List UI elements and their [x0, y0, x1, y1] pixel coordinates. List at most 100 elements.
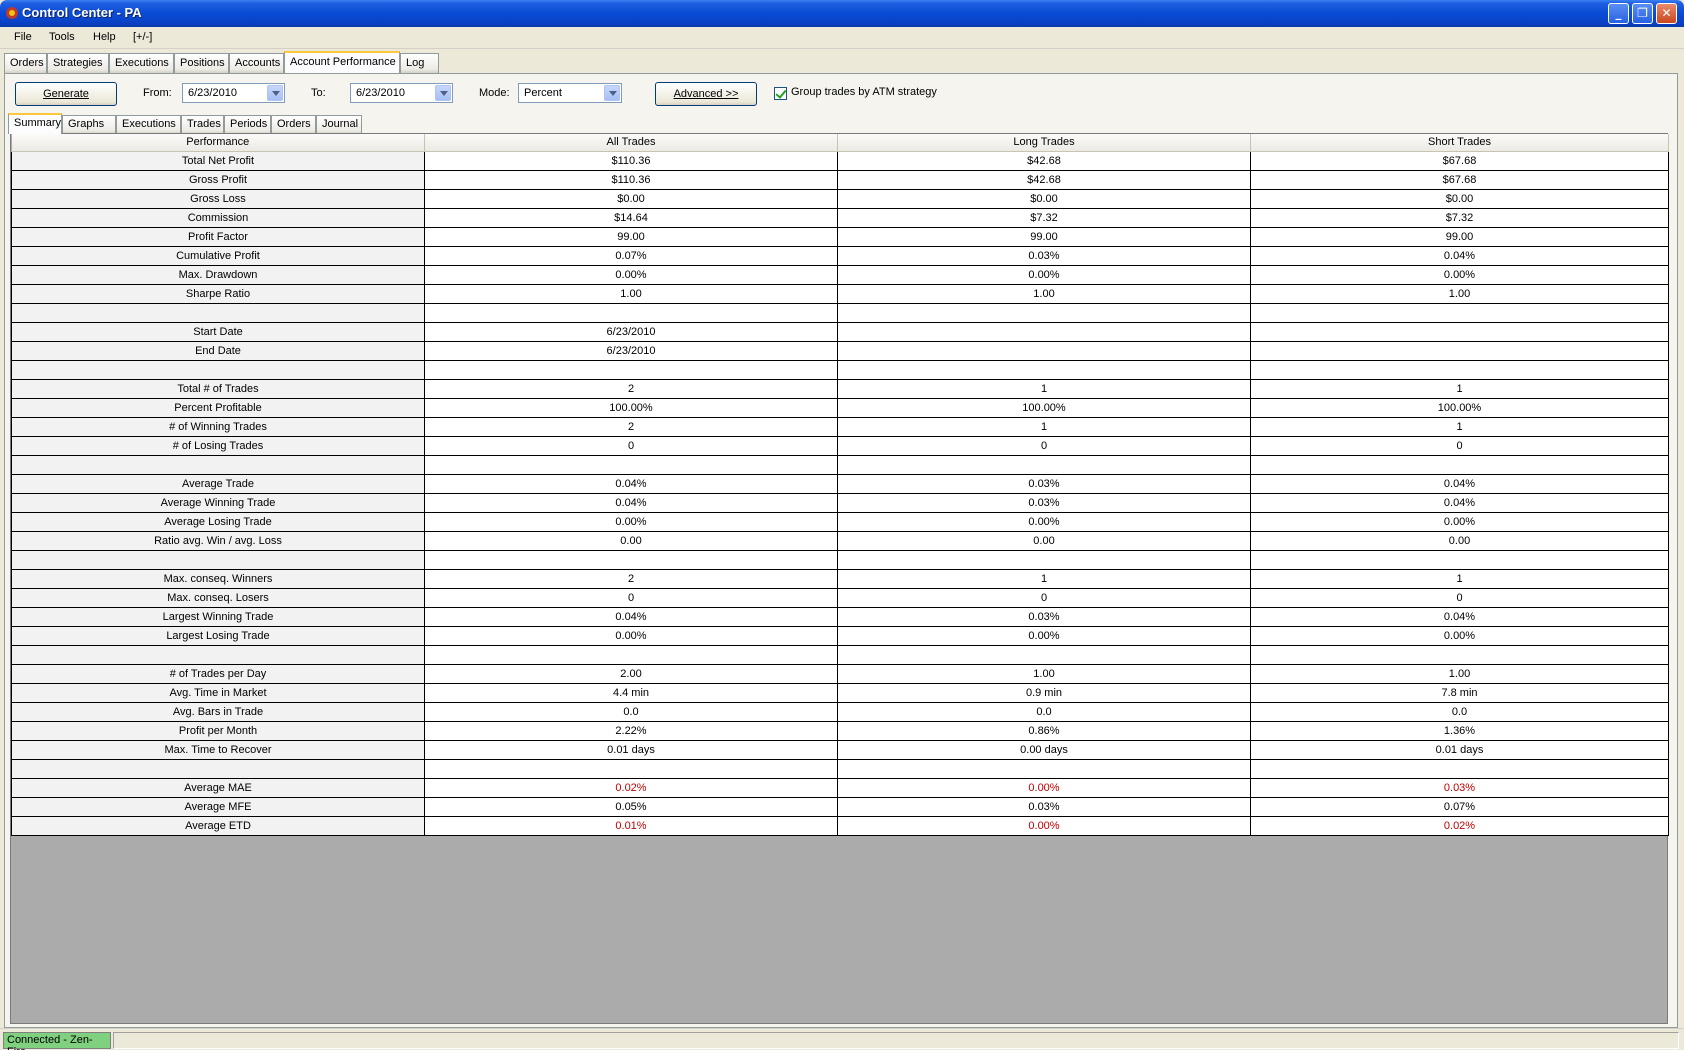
long-trades-cell: 1.00	[837, 663, 1251, 684]
long-trades-cell: 0.00%	[837, 815, 1251, 836]
maximize-button[interactable]: ❐	[1632, 3, 1653, 24]
table-row[interactable]: Gross Profit $110.36 $42.68 $67.68	[11, 169, 1669, 190]
table-row[interactable]: Profit per Month 2.22% 0.86% 1.36%	[11, 720, 1669, 741]
menu-help[interactable]: Help	[93, 31, 116, 43]
all-trades-cell: 0.01 days	[424, 739, 838, 760]
table-row[interactable]	[11, 454, 1669, 475]
chevron-down-icon[interactable]	[604, 85, 620, 101]
table-row[interactable]: Cumulative Profit 0.07% 0.03% 0.04%	[11, 245, 1669, 266]
table-row[interactable]: Ratio avg. Win / avg. Loss 0.00 0.00 0.00	[11, 530, 1669, 551]
tab-sub-executions[interactable]: Executions	[116, 115, 181, 134]
short-trades-cell: 1.00	[1250, 283, 1669, 304]
column-header-all-trades[interactable]: All Trades	[424, 134, 838, 152]
chevron-down-icon[interactable]	[267, 85, 283, 101]
tab-strategies[interactable]: Strategies	[47, 53, 109, 73]
group-trades-checkbox[interactable]	[774, 87, 787, 100]
table-row[interactable]: Percent Profitable 100.00% 100.00% 100.00%	[11, 397, 1669, 418]
from-date-picker[interactable]: 6/23/2010	[182, 83, 285, 103]
group-trades-label: Group trades by ATM strategy	[791, 86, 937, 98]
short-trades-cell: 1	[1250, 378, 1669, 399]
table-row[interactable]: Avg. Bars in Trade 0.0 0.0 0.0	[11, 701, 1669, 722]
table-row[interactable]: # of Trades per Day 2.00 1.00 1.00	[11, 663, 1669, 684]
table-row[interactable]: Total Net Profit $110.36 $42.68 $67.68	[11, 150, 1669, 171]
tab-orders[interactable]: Orders	[4, 53, 47, 73]
tab-accounts[interactable]: Accounts	[229, 53, 284, 73]
table-row[interactable]: Sharpe Ratio 1.00 1.00 1.00	[11, 283, 1669, 304]
table-row[interactable]: Max. Drawdown 0.00% 0.00% 0.00%	[11, 264, 1669, 285]
table-row[interactable]: Max. conseq. Winners 2 1 1	[11, 568, 1669, 589]
table-row[interactable]: Total # of Trades 2 1 1	[11, 378, 1669, 399]
row-label-cell: Start Date	[11, 321, 425, 342]
menu-file[interactable]: File	[14, 31, 32, 43]
row-label-cell: Avg. Bars in Trade	[11, 701, 425, 722]
column-header-short-trades[interactable]: Short Trades	[1250, 134, 1669, 152]
table-row[interactable]: Commission $14.64 $7.32 $7.32	[11, 207, 1669, 228]
table-row[interactable]: Average Winning Trade 0.04% 0.03% 0.04%	[11, 492, 1669, 513]
tab-journal[interactable]: Journal	[316, 115, 362, 134]
short-trades-cell	[1250, 321, 1669, 342]
table-row[interactable]: Max. Time to Recover 0.01 days 0.00 days 0.…	[11, 739, 1669, 760]
to-date-picker[interactable]: 6/23/2010	[350, 83, 453, 103]
short-trades-cell: $67.68	[1250, 169, 1669, 190]
table-row[interactable]: Average Trade 0.04% 0.03% 0.04%	[11, 473, 1669, 494]
mode-value: Percent	[524, 87, 562, 99]
menu-expand[interactable]: [+/-]	[133, 31, 152, 43]
row-label-cell: # of Losing Trades	[11, 435, 425, 456]
generate-button[interactable]: Generate	[15, 82, 117, 106]
table-row[interactable]: Largest Winning Trade 0.04% 0.03% 0.04%	[11, 606, 1669, 627]
row-label-cell: Largest Winning Trade	[11, 606, 425, 627]
tab-positions[interactable]: Positions	[174, 53, 229, 73]
short-trades-cell: 0.00%	[1250, 264, 1669, 285]
all-trades-cell	[424, 359, 838, 380]
tab-graphs[interactable]: Graphs	[62, 115, 116, 134]
table-row[interactable]: Gross Loss $0.00 $0.00 $0.00	[11, 188, 1669, 209]
minimize-button[interactable]: _	[1608, 3, 1629, 24]
column-header-performance[interactable]: Performance	[11, 134, 425, 152]
menu-tools[interactable]: Tools	[49, 31, 75, 43]
row-label-cell: Total # of Trades	[11, 378, 425, 399]
tab-log[interactable]: Log	[400, 53, 439, 73]
short-trades-cell: $0.00	[1250, 188, 1669, 209]
tab-trades[interactable]: Trades	[181, 115, 224, 134]
table-row[interactable]: Average Losing Trade 0.00% 0.00% 0.00%	[11, 511, 1669, 532]
tab-summary[interactable]: Summary	[8, 113, 62, 134]
row-label-cell: End Date	[11, 340, 425, 361]
table-row[interactable]	[11, 359, 1669, 380]
table-row[interactable]	[11, 644, 1669, 665]
table-row[interactable]: Avg. Time in Market 4.4 min 0.9 min 7.8 min	[11, 682, 1669, 703]
close-button[interactable]: ✕	[1656, 3, 1677, 24]
table-row[interactable]: Average ETD 0.01% 0.00% 0.02%	[11, 815, 1669, 836]
table-row[interactable]: Profit Factor 99.00 99.00 99.00	[11, 226, 1669, 247]
all-trades-cell: 0.01%	[424, 815, 838, 836]
tab-periods[interactable]: Periods	[224, 115, 271, 134]
column-header-long-trades[interactable]: Long Trades	[837, 134, 1251, 152]
table-row[interactable]	[11, 302, 1669, 323]
row-label-cell	[11, 549, 425, 570]
row-label-cell: Gross Loss	[11, 188, 425, 209]
table-row[interactable]: Largest Losing Trade 0.00% 0.00% 0.00%	[11, 625, 1669, 646]
mode-select[interactable]: Percent	[518, 83, 622, 103]
table-row[interactable]: Average MFE 0.05% 0.03% 0.07%	[11, 796, 1669, 817]
table-row[interactable]: # of Losing Trades 0 0 0	[11, 435, 1669, 456]
long-trades-cell	[837, 454, 1251, 475]
table-row[interactable]	[11, 758, 1669, 779]
short-trades-cell: 0.02%	[1250, 815, 1669, 836]
table-row[interactable]	[11, 549, 1669, 570]
tab-executions[interactable]: Executions	[109, 53, 174, 73]
table-row[interactable]: Start Date 6/23/2010	[11, 321, 1669, 342]
table-row[interactable]: # of Winning Trades 2 1 1	[11, 416, 1669, 437]
chevron-down-icon[interactable]	[435, 85, 451, 101]
table-row[interactable]: Max. conseq. Losers 0 0 0	[11, 587, 1669, 608]
window-title: Control Center - PA	[22, 5, 142, 20]
long-trades-cell	[837, 321, 1251, 342]
tab-account-performance[interactable]: Account Performance	[284, 51, 400, 73]
table-row[interactable]: Average MAE 0.02% 0.00% 0.03%	[11, 777, 1669, 798]
short-trades-cell: 1	[1250, 416, 1669, 437]
tab-sub-orders[interactable]: Orders	[271, 115, 316, 134]
row-label-cell: Max. Drawdown	[11, 264, 425, 285]
all-trades-cell: 0.00%	[424, 625, 838, 646]
long-trades-cell: 0.03%	[837, 473, 1251, 494]
table-row[interactable]: End Date 6/23/2010	[11, 340, 1669, 361]
advanced-button[interactable]: Advanced >>	[655, 82, 757, 106]
short-trades-cell: 0.01 days	[1250, 739, 1669, 760]
